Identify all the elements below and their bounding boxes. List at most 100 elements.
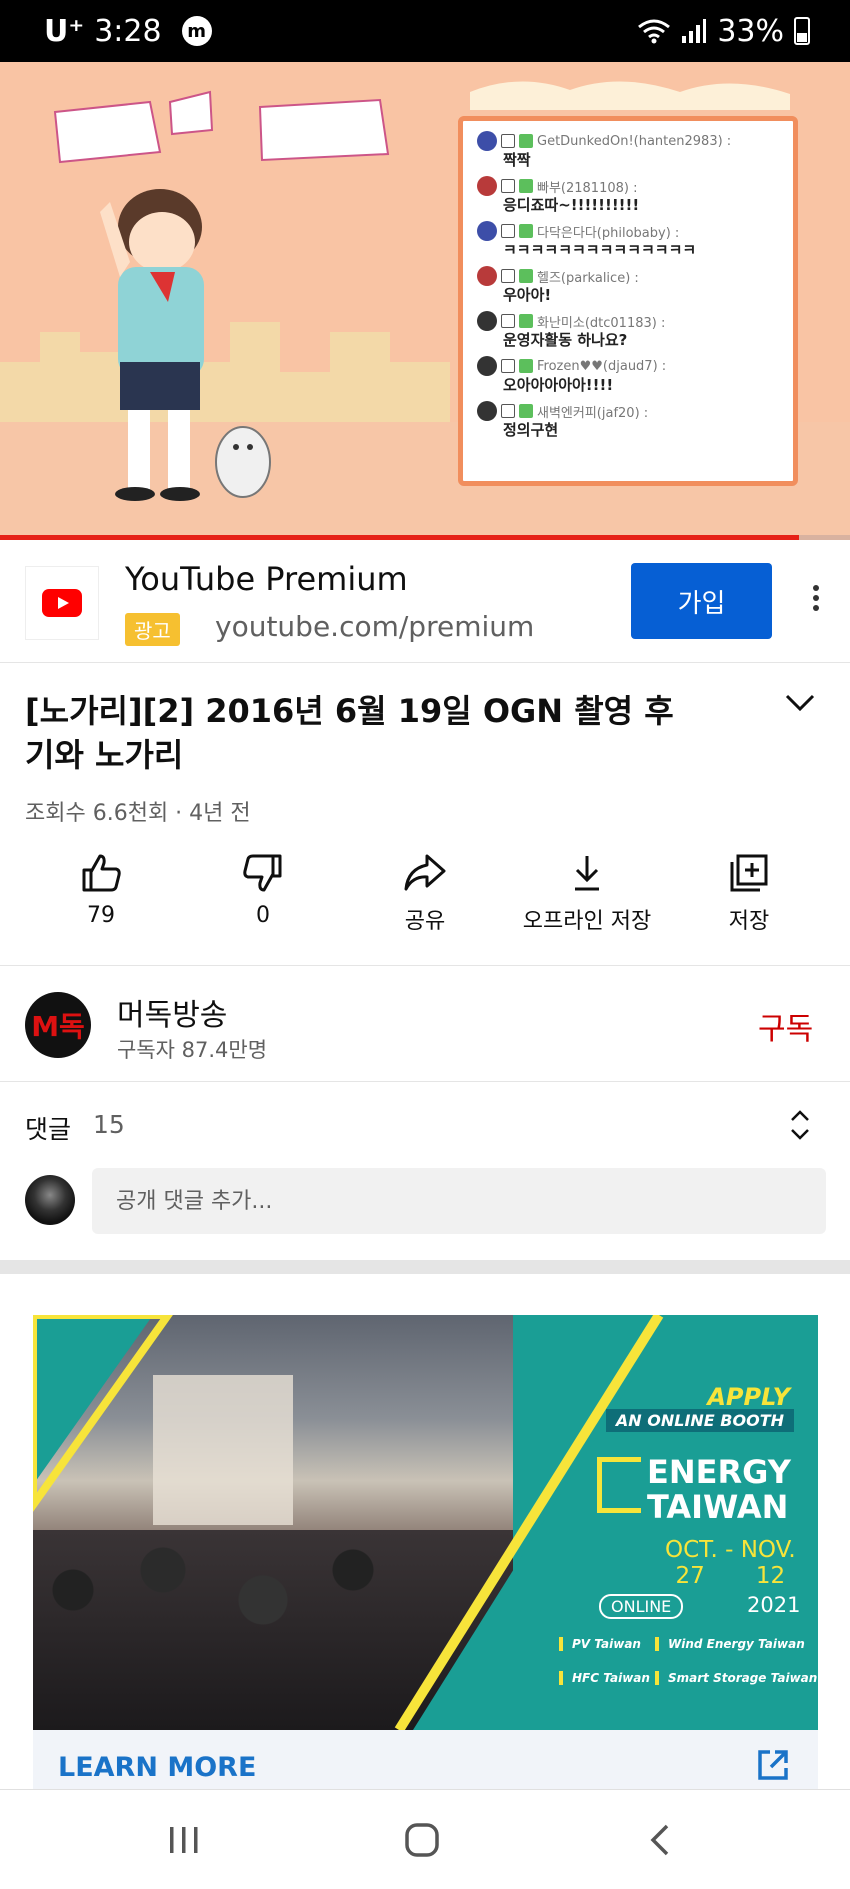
chat-text: 우아아! xyxy=(503,286,552,304)
chat-user: 새벽엔커피(jaf20) : xyxy=(537,405,649,421)
banner-tag: Wind Energy Taiwan xyxy=(655,1637,805,1651)
dislike-count: 0 xyxy=(256,903,270,928)
user-avatar xyxy=(25,1175,75,1225)
join-button[interactable]: 가입 xyxy=(631,563,772,639)
home-button[interactable] xyxy=(392,1820,452,1860)
ad-url: youtube.com/premium xyxy=(215,610,535,643)
offline-save-button[interactable]: 오프라인 저장 xyxy=(506,853,668,935)
chat-avatar xyxy=(477,311,497,331)
clock: 3:28 xyxy=(94,13,162,49)
chat-text: 운영자활동 하나요? xyxy=(503,331,628,349)
carrier-label: U⁺ xyxy=(44,13,85,49)
open-external-icon[interactable] xyxy=(756,1748,790,1782)
chat-message: 화난미소(dtc01183) : 운영자활동 하나요? xyxy=(477,311,779,350)
comments-title: 댓글 xyxy=(25,1115,72,1144)
chat-user: GetDunkedOn!(hanten2983) : xyxy=(537,133,732,149)
comments-count: 15 xyxy=(93,1110,125,1139)
chat-user: Frozen♥♥(djaud7) : xyxy=(537,358,667,374)
chat-overlay: GetDunkedOn!(hanten2983) : 짝짝빠부(2181108) … xyxy=(458,116,798,486)
ad-badge: 광고 xyxy=(125,613,180,646)
wifi-icon xyxy=(638,19,671,44)
subscribe-button[interactable]: 구독 xyxy=(758,1004,813,1048)
thumbs-down-icon xyxy=(243,854,282,892)
section-divider xyxy=(0,1260,850,1274)
save-button[interactable]: 저장 xyxy=(668,853,830,935)
chat-user: 헬즈(parkalice) : xyxy=(537,270,639,286)
chevron-down-icon[interactable] xyxy=(784,693,816,713)
offline-save-label: 오프라인 저장 xyxy=(522,909,652,934)
ad-title: YouTube Premium xyxy=(125,560,408,598)
signal-icon xyxy=(682,19,707,43)
channel-row[interactable]: M독 머독방송 구독자 87.4만명 구독 xyxy=(0,966,850,1082)
playlist-add-icon xyxy=(730,854,768,892)
banner-dates-days: 27 12 xyxy=(675,1563,786,1589)
youtube-logo-icon xyxy=(25,566,99,640)
chat-message: 다닥은다다(philobaby) : ㅋㅋㅋㅋㅋㅋㅋㅋㅋㅋㅋㅋㅋㅋ xyxy=(477,221,779,260)
share-label: 공유 xyxy=(404,909,446,934)
more-vert-icon[interactable] xyxy=(806,584,826,612)
view-count: 조회수 6.6천회 · 4년 전 xyxy=(25,801,251,826)
banner-tag: PV Taiwan xyxy=(559,1637,641,1651)
banner-brand-line2: TAIWAN xyxy=(647,1488,789,1526)
chat-avatar xyxy=(477,131,497,151)
unfold-icon[interactable] xyxy=(788,1108,812,1142)
save-label: 저장 xyxy=(728,909,770,934)
banner-tag: Smart Storage Taiwan xyxy=(655,1671,817,1685)
chat-message: 헬즈(parkalice) : 우아아! xyxy=(477,266,779,305)
promoted-ad[interactable]: YouTube Premium 광고 youtube.com/premium 가… xyxy=(0,540,850,663)
chat-avatar xyxy=(477,356,497,376)
chat-message: GetDunkedOn!(hanten2983) : 짝짝 xyxy=(477,131,779,170)
back-icon xyxy=(650,1824,669,1856)
chat-avatar xyxy=(477,221,497,241)
app-notification-icon: m xyxy=(181,16,212,46)
channel-name[interactable]: 머독방송 xyxy=(117,990,227,1034)
banner-brand-line1: ENERGY xyxy=(647,1453,791,1491)
banner-year: 2021 xyxy=(747,1593,801,1617)
chat-message: Frozen♥♥(djaud7) : 오아아아아아!!!! xyxy=(477,356,779,395)
recent-apps-button[interactable] xyxy=(154,1820,214,1860)
back-button[interactable] xyxy=(630,1820,690,1860)
subscriber-count: 구독자 87.4만명 xyxy=(117,1038,268,1062)
battery-icon xyxy=(794,17,810,45)
banner-booth: AN ONLINE BOOTH xyxy=(605,1409,794,1432)
home-icon xyxy=(405,1823,439,1857)
chat-text: 짝짝 xyxy=(503,151,531,169)
chat-text: 정의구현 xyxy=(503,421,559,439)
banner-dates: OCT. - NOV. 27 12 xyxy=(665,1537,796,1589)
video-player[interactable]: GetDunkedOn!(hanten2983) : 짝짝빠부(2181108) … xyxy=(0,62,850,540)
chat-message: 빠부(2181108) : 응디죠따~!!!!!!!!!! xyxy=(477,176,779,215)
chat-avatar xyxy=(477,176,497,196)
chat-text: ㅋㅋㅋㅋㅋㅋㅋㅋㅋㅋㅋㅋㅋㅋ xyxy=(503,241,697,259)
comments-section[interactable]: 댓글 15 xyxy=(0,1082,850,1260)
chat-avatar xyxy=(477,266,497,286)
system-nav-bar xyxy=(0,1789,850,1889)
dislike-button[interactable]: 0 xyxy=(182,853,344,928)
channel-avatar[interactable]: M독 xyxy=(25,992,91,1058)
display-ad-banner[interactable]: APPLY AN ONLINE BOOTH ENERGY TAIWAN OCT.… xyxy=(33,1315,818,1730)
chat-message: 새벽엔커피(jaf20) : 정의구현 xyxy=(477,401,779,440)
share-icon xyxy=(404,854,446,891)
video-info: [노가리][2] 2016년 6월 19일 OGN 촬영 후기와 노가리 조회수… xyxy=(0,663,850,966)
banner-dates-months: OCT. - NOV. xyxy=(665,1537,796,1563)
status-bar: U⁺ 3:28 m 33% xyxy=(0,0,850,62)
chat-user: 다닥은다다(philobaby) : xyxy=(537,225,680,241)
share-button[interactable]: 공유 xyxy=(344,853,506,935)
comment-input[interactable] xyxy=(92,1168,826,1234)
recent-apps-icon xyxy=(170,1827,198,1853)
action-bar: 79 0 공유 오프라인 저장 저장 xyxy=(0,853,850,953)
battery-percent: 33% xyxy=(717,13,784,49)
banner-apply: APPLY xyxy=(707,1383,790,1411)
like-button[interactable]: 79 xyxy=(20,853,182,928)
video-title[interactable]: [노가리][2] 2016년 6월 19일 OGN 촬영 후기와 노가리 xyxy=(25,689,685,777)
banner-brand: ENERGY TAIWAN xyxy=(647,1455,791,1525)
energy-taiwan-logo-icon xyxy=(597,1457,641,1513)
banner-online-badge: ONLINE xyxy=(599,1594,684,1619)
chat-text: 오아아아아아!!!! xyxy=(503,376,614,394)
thumbs-up-icon xyxy=(82,854,121,892)
chat-avatar xyxy=(477,401,497,421)
download-icon xyxy=(575,856,599,891)
like-count: 79 xyxy=(87,903,115,928)
banner-tag: HFC Taiwan xyxy=(559,1671,650,1685)
chat-text: 응디죠따~!!!!!!!!!! xyxy=(503,196,640,214)
chat-user: 빠부(2181108) : xyxy=(537,180,638,196)
